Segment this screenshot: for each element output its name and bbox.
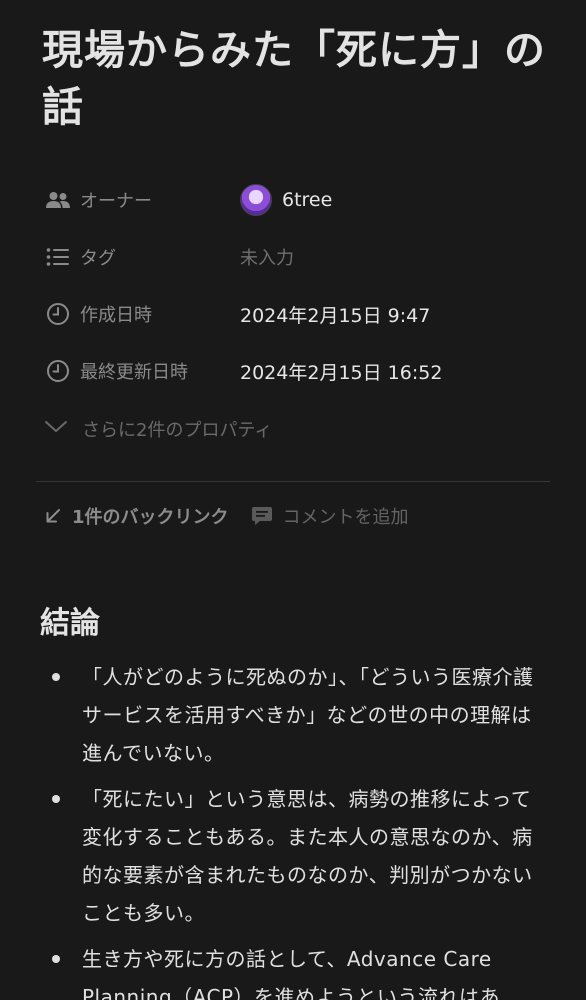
list-item[interactable]: 「死にたい」という意思は、病勢の推移によって変化することもある。また本人の意思な… — [40, 780, 540, 932]
add-comment-button[interactable]: コメントを追加 — [251, 503, 409, 529]
clock-icon — [44, 357, 72, 385]
bullet-dot — [52, 795, 60, 803]
divider — [36, 481, 550, 482]
backlinks-button[interactable]: 1件のバックリンク — [44, 503, 229, 529]
chevron-down-icon — [44, 419, 68, 440]
comment-icon — [251, 507, 272, 525]
clock-icon — [44, 300, 72, 328]
bullet-list: 「人がどのように死ぬのか」、「どういう医療介護サービスを活用すべきか」などの世の… — [40, 658, 540, 1000]
more-properties-label: さらに2件のプロパティ — [82, 420, 273, 441]
property-name-last-edited: 最終更新日時 — [80, 362, 188, 383]
list-item[interactable]: 「人がどのように死ぬのか」、「どういう医療介護サービスを活用すべきか」などの世の… — [40, 658, 540, 772]
property-row-last-edited[interactable]: 最終更新日時 2024年2月15日 16:52 — [44, 351, 564, 391]
property-name-created: 作成日時 — [80, 305, 152, 326]
property-value-owner[interactable]: 6tree — [240, 184, 332, 216]
avatar — [240, 184, 272, 216]
owner-name: 6tree — [282, 189, 333, 211]
property-value-tags[interactable]: 未入力 — [240, 244, 294, 270]
list-item-text: 「人がどのように死ぬのか」、「どういう医療介護サービスを活用すべきか」などの世の… — [82, 665, 534, 765]
property-name-owner: オーナー — [80, 191, 152, 212]
list-item[interactable]: 生き方や死に方の話として、Advance Care Planning（ACP）を… — [40, 940, 540, 1000]
backlinks-label: 1件のバックリンク — [72, 507, 229, 528]
list-item-text: 「死にたい」という意思は、病勢の推移によって変化することもある。また本人の意思な… — [82, 787, 533, 925]
page-meta-bar: 1件のバックリンク コメントを追加 — [44, 497, 409, 535]
property-name-tags: タグ — [80, 248, 116, 269]
bullet-dot — [52, 955, 60, 963]
list-icon — [44, 243, 72, 271]
property-value-created: 2024年2月15日 9:47 — [240, 304, 431, 327]
more-properties-toggle[interactable]: さらに2件のプロパティ — [44, 409, 272, 449]
property-value-last-edited: 2024年2月15日 16:52 — [240, 361, 443, 384]
property-row-owner[interactable]: オーナー 6tree — [44, 180, 564, 220]
arrow-down-left-icon — [46, 509, 60, 523]
property-row-created[interactable]: 作成日時 2024年2月15日 9:47 — [44, 294, 564, 334]
property-row-tags[interactable]: タグ 未入力 — [44, 237, 564, 277]
list-item-text: 生き方や死に方の話として、Advance Care Planning（ACP）を… — [82, 947, 501, 1000]
page-title[interactable]: 現場からみた「死に方」の話 — [42, 22, 562, 136]
section-heading[interactable]: 結論 — [40, 598, 100, 642]
people-icon — [44, 186, 72, 214]
add-comment-label: コメントを追加 — [282, 507, 409, 528]
notion-page: 現場からみた「死に方」の話 オーナー 6tree タグ 未入力 作成日時 202… — [0, 0, 586, 1000]
bullet-dot — [52, 673, 60, 681]
